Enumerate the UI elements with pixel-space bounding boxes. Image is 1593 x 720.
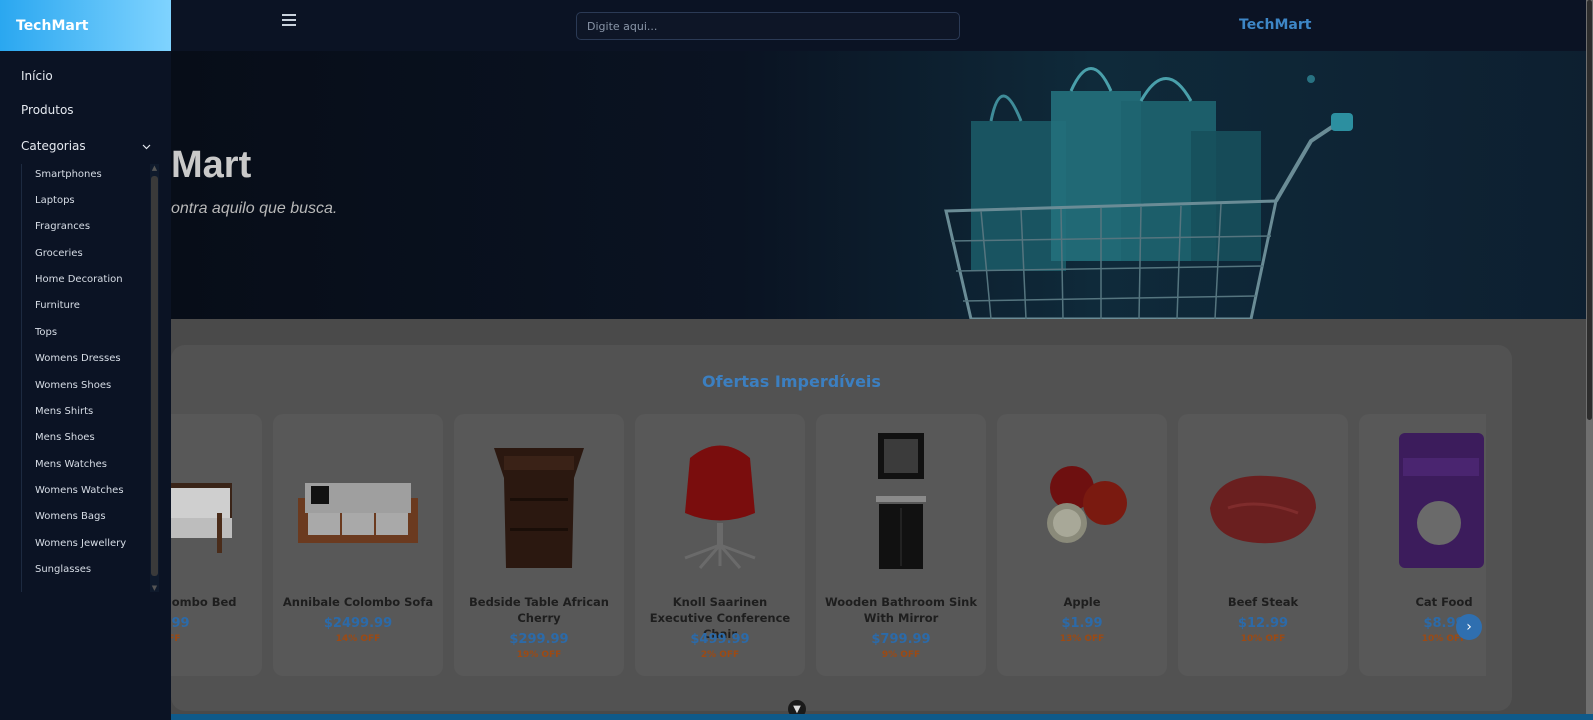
product-image [1210, 475, 1316, 544]
category-womens-bags[interactable]: Womens Bags [35, 511, 106, 522]
sidebar-item-inicio[interactable]: Início [21, 69, 53, 83]
product-price: $2499.99 [323, 616, 393, 631]
product-card[interactable]: Bedside Table African Cherry $299.99 19%… [454, 414, 624, 676]
product-card[interactable]: Colombo Bed 899.99 % OFF [171, 414, 262, 676]
top-header: Digite aqui... TechMart [0, 0, 1593, 51]
sidebar-item-categorias[interactable]: Categorias [21, 138, 151, 154]
product-card[interactable]: Beef Steak $12.99 10% OFF [1178, 414, 1348, 676]
product-discount: 9% OFF [881, 650, 921, 660]
sidebar-brand[interactable]: TechMart [0, 0, 171, 51]
page-scrollbar[interactable] [1586, 0, 1593, 720]
product-name: Annibale Colombo Sofa [282, 595, 434, 609]
sidebar-item-produtos[interactable]: Produtos [21, 103, 74, 117]
product-name: Wooden Bathroom Sink With Mirror [824, 595, 978, 625]
categories-list: Smartphones Laptops Fragrances Groceries… [21, 164, 159, 592]
category-womens-dresses[interactable]: Womens Dresses [35, 353, 121, 364]
chevron-right-icon: › [1466, 619, 1472, 635]
category-mens-watches[interactable]: Mens Watches [35, 459, 107, 470]
product-price: $499.99 [690, 632, 750, 647]
search-input[interactable]: Digite aqui... [576, 12, 960, 40]
category-laptops[interactable]: Laptops [35, 195, 75, 206]
taskbar-strip [0, 714, 1593, 720]
main-content: Ofertas Imperdíveis Colombo Bed 899.99 %… [171, 319, 1586, 720]
category-sunglasses[interactable]: Sunglasses [35, 564, 91, 575]
product-image [494, 448, 584, 568]
product-price: $799.99 [871, 632, 931, 647]
product-name: Beef Steak [1227, 595, 1299, 609]
hero-title: Mart [171, 144, 252, 186]
hero-subtitle: ontra aquilo que busca. [171, 200, 338, 217]
product-discount: 14% OFF [335, 634, 381, 644]
category-womens-watches[interactable]: Womens Watches [35, 485, 124, 496]
category-groceries[interactable]: Groceries [35, 248, 83, 259]
category-furniture[interactable]: Furniture [35, 300, 80, 311]
hero-banner: Mart ontra aquilo que busca. [171, 51, 1593, 319]
product-carousel: Colombo Bed 899.99 % OFF Annibale Colomb… [171, 414, 1486, 676]
category-mens-shoes[interactable]: Mens Shoes [35, 432, 95, 443]
categories-scrollbar[interactable]: ▲ ▼ [150, 164, 159, 592]
category-home-decoration[interactable]: Home Decoration [35, 274, 123, 285]
product-price: $12.99 [1237, 616, 1289, 631]
offers-panel: Ofertas Imperdíveis Colombo Bed 899.99 %… [171, 345, 1512, 711]
product-image [876, 433, 926, 569]
shopping-cart-illustration [944, 67, 1353, 319]
chevron-down-icon[interactable]: ▼ [151, 584, 158, 592]
product-price: 899.99 [171, 616, 190, 631]
product-card[interactable]: Knoll Saarinen Executive Conference Chai… [635, 414, 805, 676]
category-smartphones[interactable]: Smartphones [35, 169, 102, 180]
chevron-down-icon [142, 139, 151, 153]
product-card[interactable]: Annibale Colombo Sofa $2499.99 14% OFF [273, 414, 443, 676]
category-mens-shirts[interactable]: Mens Shirts [35, 406, 93, 417]
categories-label: Categorias [21, 139, 86, 153]
hamburger-icon[interactable] [282, 14, 296, 26]
product-card[interactable]: Apple $1.99 13% OFF [997, 414, 1167, 676]
product-image [1047, 466, 1127, 543]
carousel-next-button[interactable]: › [1456, 614, 1482, 640]
product-discount: 13% OFF [1059, 634, 1105, 644]
product-image [684, 445, 756, 569]
product-discount: % OFF [171, 634, 181, 644]
product-image [298, 483, 418, 543]
category-tops[interactable]: Tops [35, 327, 57, 338]
product-card[interactable]: Wooden Bathroom Sink With Mirror $799.99… [816, 414, 986, 676]
product-image [1399, 433, 1484, 568]
category-womens-shoes[interactable]: Womens Shoes [35, 380, 111, 391]
product-discount: 10% OFF [1240, 634, 1286, 644]
category-fragrances[interactable]: Fragrances [35, 221, 90, 232]
offers-title: Ofertas Imperdíveis [702, 372, 881, 391]
product-name: Bedside Table African Cherry [469, 595, 609, 625]
categories-scrollbar-thumb[interactable] [151, 176, 158, 576]
sidebar: TechMart Início Produtos Categorias Smar… [0, 0, 171, 720]
chevron-down-icon: ▼ [793, 703, 801, 715]
product-name: Apple [1063, 595, 1101, 609]
product-discount: 19% OFF [516, 650, 562, 660]
product-price: $1.99 [1061, 616, 1103, 631]
chevron-up-icon[interactable]: ▲ [151, 164, 158, 172]
product-name: Colombo Bed [171, 595, 237, 609]
header-brand[interactable]: TechMart [1239, 17, 1311, 33]
product-discount: 2% OFF [700, 650, 740, 660]
product-name: Cat Food [1415, 595, 1473, 609]
page-scrollbar-thumb[interactable] [1587, 0, 1592, 420]
product-price: $299.99 [509, 632, 569, 647]
product-image [171, 483, 232, 553]
category-womens-jewellery[interactable]: Womens Jewellery [35, 538, 126, 549]
